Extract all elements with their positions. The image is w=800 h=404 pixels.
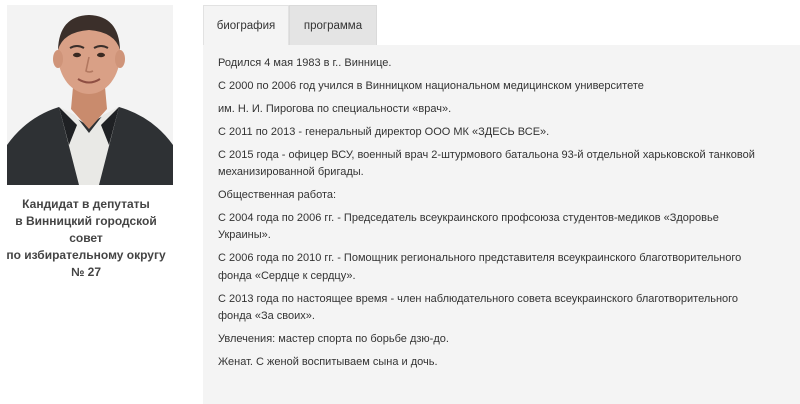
candidate-photo (7, 5, 173, 185)
bio-line: Украины». (218, 229, 271, 242)
bio-paragraph: С 2004 года по 2006 гг. - Председатель в… (218, 210, 786, 244)
bio-line: С 2006 года по 2010 гг. - Помощник регио… (218, 252, 742, 265)
bio-paragraph: С 2011 по 2013 - генеральный директор ОО… (218, 126, 550, 138)
content-area: биография программа Родился 4 мая 1983 в… (203, 5, 800, 404)
caption-line: по избирательному округу № 27 (6, 248, 166, 279)
bio-paragraph: С 2013 года по настоящее время - член на… (218, 291, 786, 325)
bio-line: С 2015 года - офицер ВСУ, военный врач 2… (218, 149, 755, 161)
candidate-caption: Кандидат в депутаты в Винницкий городско… (0, 196, 172, 281)
bio-paragraph: Увлечения: мастер спорта по борьбе дзю-д… (218, 332, 449, 345)
page: Кандидат в депутаты в Винницкий городско… (0, 0, 800, 404)
tab-biography[interactable]: биография (203, 5, 289, 45)
bio-paragraph: Женат. С женой воспитываем сына и дочь. (218, 355, 438, 368)
biography-panel: Родился 4 мая 1983 в г.. Виннице. С 2000… (203, 45, 800, 404)
bio-paragraph: им. Н. И. Пирогова по специальности «вра… (218, 103, 452, 115)
caption-line: Кандидат в депутаты (22, 197, 150, 211)
bio-paragraph: Общественная работа: (218, 189, 337, 202)
bio-paragraph: Родился 4 мая 1983 в г.. Виннице. (218, 57, 392, 69)
bio-line: С 2004 года по 2006 гг. - Председатель в… (218, 212, 719, 225)
bio-paragraph: С 2000 по 2006 год учился в Винницком на… (218, 80, 644, 92)
caption-line: в Винницкий городской совет (15, 214, 157, 245)
bio-paragraph: С 2015 года - офицер ВСУ, военный врач 2… (218, 147, 786, 181)
bio-line: фонда «За своих». (218, 309, 315, 322)
tab-bar: биография программа (203, 5, 800, 45)
tab-program[interactable]: программа (289, 5, 377, 45)
bio-line: фонда «Сердце к сердцу». (218, 269, 356, 282)
bio-line: С 2013 года по настоящее время - член на… (218, 292, 739, 305)
candidate-sidebar: Кандидат в депутаты в Винницкий городско… (0, 0, 190, 404)
bio-paragraph: С 2006 года по 2010 гг. - Помощник регио… (218, 250, 786, 284)
candidate-portrait-image (7, 5, 173, 185)
bio-line: механизированной бригады. (218, 166, 364, 179)
